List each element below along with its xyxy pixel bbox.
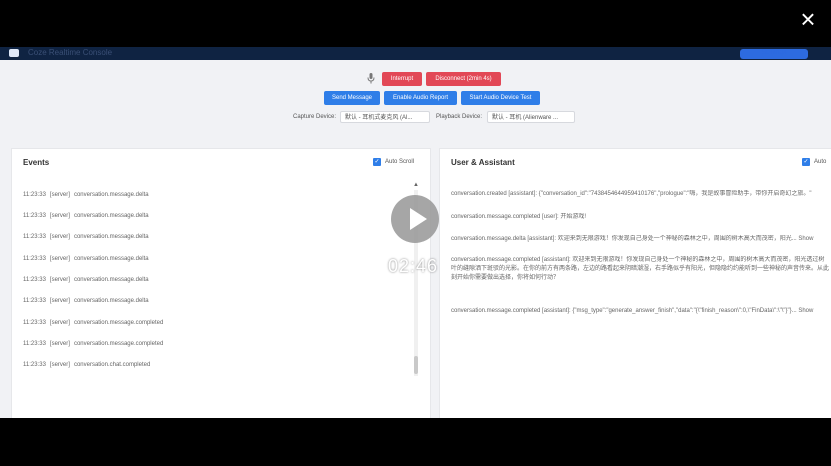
user-assistant-auto-scroll-checkbox[interactable]: ✓ <box>802 158 810 166</box>
video-duration: 02:46 <box>388 256 439 276</box>
microphone-svg <box>367 73 375 84</box>
message-row: conversation.message.completed [assistan… <box>451 257 829 281</box>
send-message-button[interactable]: Send Message <box>324 91 380 105</box>
events-auto-scroll-checkbox[interactable]: ✓ <box>373 158 381 166</box>
video-player: × Coze Realtime Console Settings Interru… <box>0 0 831 466</box>
playback-device-select[interactable]: 默认 - 耳机 (Alienware ... <box>487 111 575 123</box>
events-scroll-thumb[interactable] <box>414 356 418 374</box>
interrupt-button[interactable]: Interrupt <box>382 72 422 86</box>
player-top-bar: × <box>0 0 831 47</box>
enable-audio-report-button[interactable]: Enable Audio Report <box>384 91 457 105</box>
event-row: 11:23:33 [server] conversation.chat.comple… <box>23 362 151 368</box>
message-row: conversation.message.completed [assistan… <box>451 308 814 314</box>
user-assistant-auto-scroll-label: Auto <box>814 159 827 165</box>
settings-button[interactable]: Settings <box>740 49 808 59</box>
close-icon[interactable]: × <box>795 6 821 32</box>
event-row: 11:23:33 [server] conversation.message.del… <box>23 234 149 240</box>
app-header: Coze Realtime Console Settings <box>0 47 831 60</box>
message-row: conversation.created [assistant]: {"conv… <box>451 191 812 197</box>
events-panel: Events ✓ Auto Scroll 11:23:33 [server] con… <box>11 148 431 418</box>
scroll-up-icon[interactable]: ▲ <box>413 182 419 188</box>
user-assistant-panel: User & Assistant ✓ Auto conversation.cre… <box>439 148 831 418</box>
event-row: 11:23:33 [server] conversation.message.del… <box>23 298 149 304</box>
start-audio-device-test-button[interactable]: Start Audio Device Test <box>461 91 540 105</box>
logo-icon <box>9 49 19 57</box>
event-row: 11:23:33 [server] conversation.message.del… <box>23 256 149 262</box>
user-assistant-title: User & Assistant <box>451 158 515 167</box>
message-row: conversation.message.completed [user]: 开… <box>451 214 587 220</box>
message-row: conversation.message.delta [assistant]: … <box>451 236 814 242</box>
play-button[interactable] <box>391 195 439 243</box>
event-row: 11:23:33 [server] conversation.message.com… <box>23 320 164 326</box>
event-row: 11:23:33 [server] conversation.message.del… <box>23 192 149 198</box>
microphone-icon[interactable] <box>366 73 376 85</box>
play-icon <box>410 208 427 230</box>
capture-device-label: Capture Device: <box>293 114 337 120</box>
playback-device-label: Playback Device: <box>436 114 483 120</box>
events-title: Events <box>23 158 50 167</box>
app-title: Coze Realtime Console <box>28 48 113 57</box>
event-row: 11:23:33 [server] conversation.message.com… <box>23 341 164 347</box>
event-row: 11:23:33 [server] conversation.message.del… <box>23 277 149 283</box>
disconnect-button[interactable]: Disconnect (2min 4s) <box>426 72 501 86</box>
capture-device-select[interactable]: 默认 - 耳机式麦克风 (Al... <box>340 111 430 123</box>
events-auto-scroll-label: Auto Scroll <box>385 159 415 165</box>
event-row: 11:23:33 [server] conversation.message.del… <box>23 213 149 219</box>
